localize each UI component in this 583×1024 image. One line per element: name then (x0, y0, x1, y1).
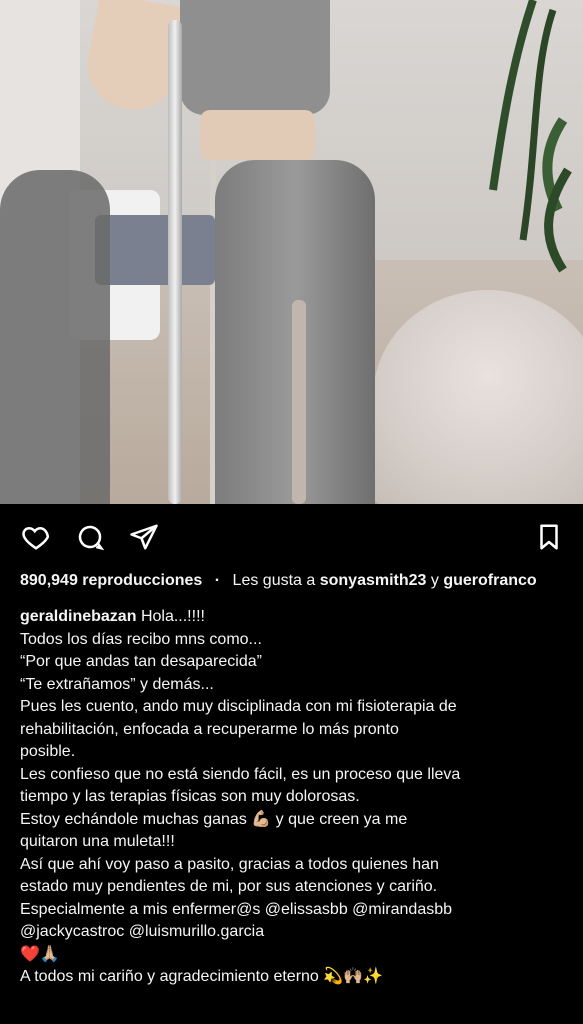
likes-summary: 890,949 reproducciones · Les gusta a son… (20, 570, 565, 592)
top-clothing (180, 0, 330, 115)
caption-line: rehabilitación, enfocada a recuperarme l… (20, 720, 399, 738)
plant-illustration (489, 0, 572, 273)
crutch-shape (168, 20, 182, 504)
send-icon[interactable] (128, 521, 160, 553)
caption-line: estado muy pendientes de mi, por sus ate… (20, 878, 438, 895)
ottoman-shape (373, 290, 583, 504)
bench-shape (95, 215, 215, 285)
caption-line: Les confieso que no está siendo fácil, e… (20, 765, 461, 783)
primary-actions (20, 521, 160, 553)
mirror-reflection (0, 170, 110, 504)
bookmark-icon[interactable] (533, 521, 565, 553)
caption-line: Todos los días recibo mns como... (20, 630, 262, 648)
post-actions-bar (0, 504, 583, 570)
caption-line: @jackycastroc @luismurillo.garcia (20, 923, 265, 940)
caption-line: posible. (20, 743, 76, 760)
caption-line: “Por que andas tan desaparecida” (20, 653, 262, 670)
views-count[interactable]: 890,949 reproducciones (20, 572, 202, 589)
caption-line: Especialmente a mis enfermer@s @elissasb… (20, 900, 453, 918)
likes-prefix: Les gusta a (232, 572, 316, 589)
caption-line: Pues les cuento, ando muy disciplinada c… (20, 698, 457, 715)
caption-line: Estoy echándole muchas ganas 💪🏼 y que cr… (20, 810, 408, 828)
likes-connector: y (430, 572, 439, 589)
midriff-shape (200, 110, 315, 160)
heart-icon[interactable] (20, 521, 52, 553)
caption-line: Así que ahí voy paso a pasito, gracias a… (20, 855, 439, 873)
caption-line: ❤️🙏🏼 (20, 945, 60, 963)
caption-line: A todos mi cariño y agradecimiento etern… (20, 968, 384, 985)
separator-dot: · (214, 572, 221, 589)
liked-by-user-1[interactable]: sonyasmith23 (320, 572, 427, 589)
caption-username[interactable]: geraldinebazan (20, 608, 136, 625)
caption-line: quitaron una muleta!!! (20, 833, 175, 850)
caption: geraldinebazan Hola...!!!! Todos los día… (20, 606, 565, 989)
post-photo[interactable] (0, 0, 583, 504)
post-content: 890,949 reproducciones · Les gusta a son… (0, 570, 583, 989)
caption-first-line: geraldinebazan Hola...!!!! (20, 606, 565, 629)
caption-first-text: Hola...!!!! (140, 608, 205, 625)
caption-line: tiempo y las terapias físicas son muy do… (20, 788, 360, 805)
leg-gap (292, 300, 306, 504)
caption-line: “Te extrañamos” y demás... (20, 675, 214, 693)
comment-icon[interactable] (74, 521, 106, 553)
liked-by-user-2[interactable]: guerofranco (443, 572, 536, 589)
